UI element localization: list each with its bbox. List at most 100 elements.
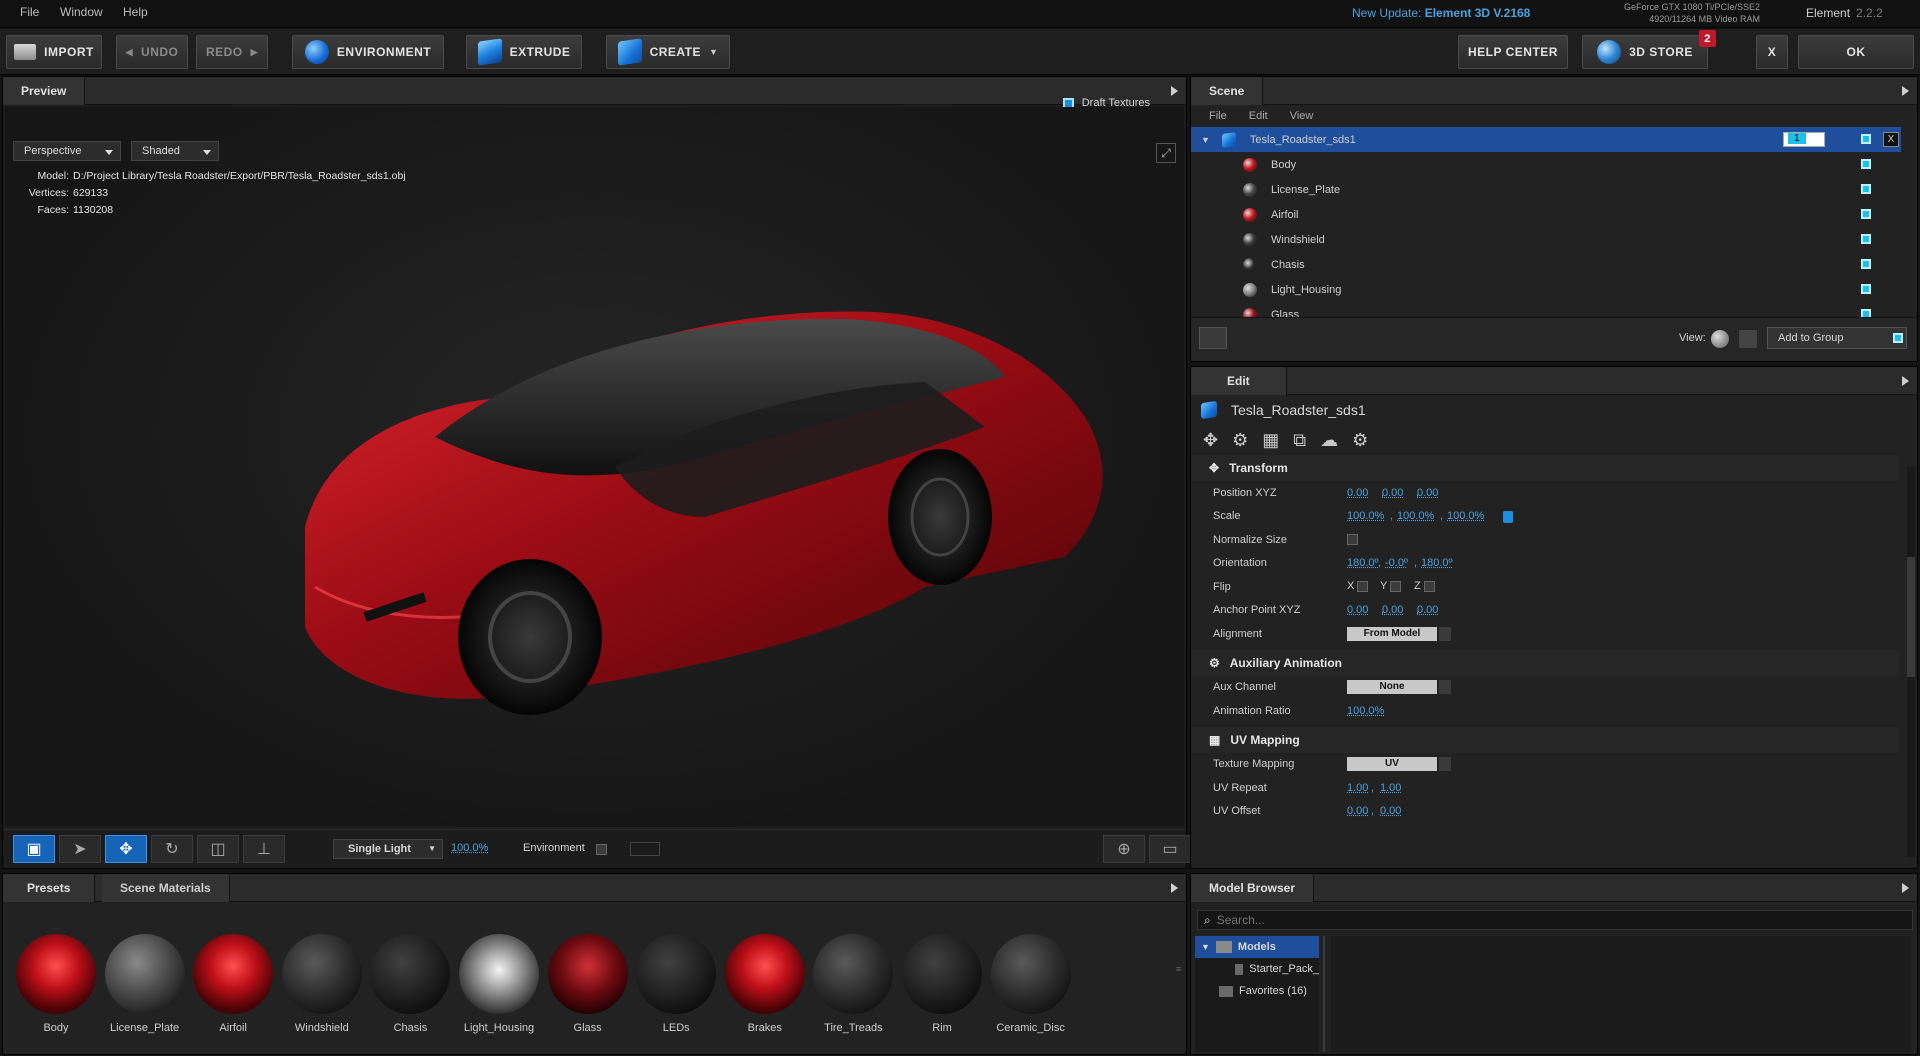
- multi-object-icon[interactable]: ⧉: [1293, 430, 1306, 451]
- settings-gear-icon[interactable]: ⚙: [1352, 430, 1368, 451]
- environment-swatch[interactable]: [630, 842, 660, 856]
- edit-scrollbar-thumb[interactable]: [1907, 557, 1915, 677]
- normalize-checkbox[interactable]: [1347, 534, 1358, 545]
- environment-checkbox[interactable]: [596, 844, 607, 855]
- material-preset-tire_treads[interactable]: Tire_Treads: [808, 934, 898, 1034]
- tab-model-browser[interactable]: Model Browser: [1191, 874, 1315, 902]
- uv-mapping-section[interactable]: ▦ UV Mapping: [1191, 726, 1899, 753]
- anchor-z[interactable]: 0.00: [1417, 604, 1438, 616]
- material-preset-light_housing[interactable]: Light_Housing: [454, 934, 544, 1034]
- group-close-button[interactable]: X: [1883, 132, 1899, 147]
- display-icon[interactable]: ▭: [1149, 835, 1191, 863]
- orientation-z[interactable]: 180.0º: [1421, 557, 1453, 569]
- rotate-tool-icon[interactable]: ↻: [151, 835, 193, 863]
- group-visibility-toggle[interactable]: [1861, 134, 1871, 144]
- aux-channel-dropdown[interactable]: None: [1347, 680, 1451, 695]
- scene-group-row[interactable]: ▼ Tesla_Roadster_sds1 1 X: [1191, 127, 1901, 152]
- anchor-x[interactable]: 0.00: [1347, 604, 1368, 616]
- tree-starter-pack[interactable]: Starter_Pack_: [1195, 958, 1319, 980]
- aux-animation-section[interactable]: ⚙ Auxiliary Animation: [1191, 649, 1899, 676]
- environment-button[interactable]: ENVIRONMENT: [292, 35, 444, 69]
- checker-icon[interactable]: ▦: [1262, 430, 1279, 451]
- scene-menu-view[interactable]: View: [1290, 110, 1314, 122]
- material-preset-rim[interactable]: Rim: [897, 934, 987, 1034]
- 3d-store-button[interactable]: 3D STORE 2: [1582, 30, 1716, 69]
- menu-file[interactable]: File: [20, 5, 39, 19]
- scale-x[interactable]: 100.0%: [1347, 510, 1384, 522]
- position-z[interactable]: 0.00: [1417, 487, 1438, 499]
- move-tool-icon[interactable]: ✥: [105, 835, 147, 863]
- visibility-toggle[interactable]: [1861, 159, 1871, 169]
- scene-item-license_plate[interactable]: License_Plate: [1191, 177, 1917, 202]
- scene-item-airfoil[interactable]: Airfoil: [1191, 202, 1917, 227]
- add-to-group-checkbox[interactable]: [1893, 333, 1903, 343]
- scene-item-chasis[interactable]: Chasis: [1191, 252, 1917, 277]
- deform-icon[interactable]: ☁: [1320, 430, 1338, 451]
- visibility-toggle[interactable]: [1861, 284, 1871, 294]
- expand-triangle-icon[interactable]: ▼: [1201, 942, 1210, 952]
- crosshair-icon[interactable]: ⊕: [1103, 835, 1145, 863]
- update-notice[interactable]: New Update: Element 3D V.2168: [1352, 6, 1530, 20]
- panel-expand-arrow-icon[interactable]: [1171, 883, 1178, 893]
- collapse-triangle-icon[interactable]: ▼: [1201, 135, 1210, 145]
- resize-grip-icon[interactable]: ≡: [1176, 964, 1182, 978]
- orientation-x[interactable]: 180.0º: [1347, 557, 1379, 569]
- cancel-button[interactable]: X: [1756, 35, 1788, 69]
- help-center-button[interactable]: HELP CENTER: [1458, 35, 1568, 69]
- light-intensity-value[interactable]: 100.0%: [451, 842, 488, 854]
- visibility-toggle[interactable]: [1861, 234, 1871, 244]
- panel-expand-arrow-icon[interactable]: [1171, 86, 1178, 96]
- texture-mapping-dropdown[interactable]: UV: [1347, 757, 1451, 772]
- scale-tool-icon[interactable]: ◫: [197, 835, 239, 863]
- tab-edit[interactable]: Edit: [1191, 367, 1287, 395]
- flat-view-icon[interactable]: [1739, 330, 1757, 348]
- animation-gears-icon[interactable]: ⚙: [1232, 430, 1248, 451]
- tab-presets[interactable]: Presets: [3, 874, 96, 902]
- uv-repeat-u[interactable]: 1.00: [1347, 782, 1368, 794]
- browser-splitter[interactable]: [1323, 936, 1325, 1052]
- orientation-y[interactable]: -0.0º: [1385, 557, 1408, 569]
- scene-menu-file[interactable]: File: [1209, 110, 1227, 122]
- scene-item-body[interactable]: Body: [1191, 152, 1917, 177]
- uv-offset-v[interactable]: 0.00: [1380, 805, 1401, 817]
- material-preset-license_plate[interactable]: License_Plate: [100, 934, 190, 1034]
- axis-tool-icon[interactable]: ⊥: [243, 835, 285, 863]
- anchor-y[interactable]: 0.00: [1382, 604, 1403, 616]
- panel-expand-arrow-icon[interactable]: [1902, 86, 1909, 96]
- light-mode-dropdown[interactable]: Single Light ▼: [333, 839, 443, 859]
- scale-lock-icon[interactable]: [1503, 510, 1513, 523]
- visibility-toggle[interactable]: [1861, 209, 1871, 219]
- maximize-icon[interactable]: ⤢: [1156, 143, 1176, 163]
- material-preset-ceramic_disc[interactable]: Ceramic_Disc: [986, 934, 1076, 1034]
- add-folder-icon[interactable]: [1199, 327, 1227, 349]
- tree-favorites[interactable]: Favorites (16): [1195, 980, 1319, 1002]
- tab-scene[interactable]: Scene: [1191, 77, 1264, 105]
- transform-section[interactable]: ✥ Transform: [1191, 455, 1899, 481]
- uv-repeat-v[interactable]: 1.00: [1380, 782, 1401, 794]
- panel-expand-arrow-icon[interactable]: [1902, 883, 1909, 893]
- add-to-group-button[interactable]: Add to Group: [1767, 327, 1907, 349]
- ok-button[interactable]: OK: [1798, 35, 1914, 69]
- visibility-toggle[interactable]: [1861, 184, 1871, 194]
- flip-z-checkbox[interactable]: [1424, 581, 1435, 592]
- tab-preview[interactable]: Preview: [3, 77, 86, 105]
- material-preset-body[interactable]: Body: [11, 934, 101, 1034]
- group-index-spinner[interactable]: 1: [1783, 132, 1825, 147]
- scale-z[interactable]: 100.0%: [1447, 510, 1484, 522]
- tab-scene-materials[interactable]: Scene Materials: [102, 874, 230, 902]
- material-preset-windshield[interactable]: Windshield: [277, 934, 367, 1034]
- transform-icon[interactable]: ✥: [1203, 430, 1218, 451]
- create-button[interactable]: CREATE ▼: [606, 35, 730, 69]
- scale-y[interactable]: 100.0%: [1397, 510, 1434, 522]
- camera-view-dropdown[interactable]: Perspective: [13, 141, 121, 161]
- panel-expand-arrow-icon[interactable]: [1902, 376, 1909, 386]
- position-y[interactable]: 0.00: [1382, 487, 1403, 499]
- material-preset-chasis[interactable]: Chasis: [365, 934, 455, 1034]
- search-box[interactable]: ⌕: [1197, 910, 1913, 930]
- edit-scrollbar[interactable]: [1907, 467, 1915, 857]
- material-preset-brakes[interactable]: Brakes: [720, 934, 810, 1034]
- uv-offset-u[interactable]: 0.00: [1347, 805, 1368, 817]
- visibility-toggle[interactable]: [1861, 259, 1871, 269]
- material-preset-glass[interactable]: Glass: [543, 934, 633, 1034]
- camera-tool-icon[interactable]: ▣: [13, 835, 55, 863]
